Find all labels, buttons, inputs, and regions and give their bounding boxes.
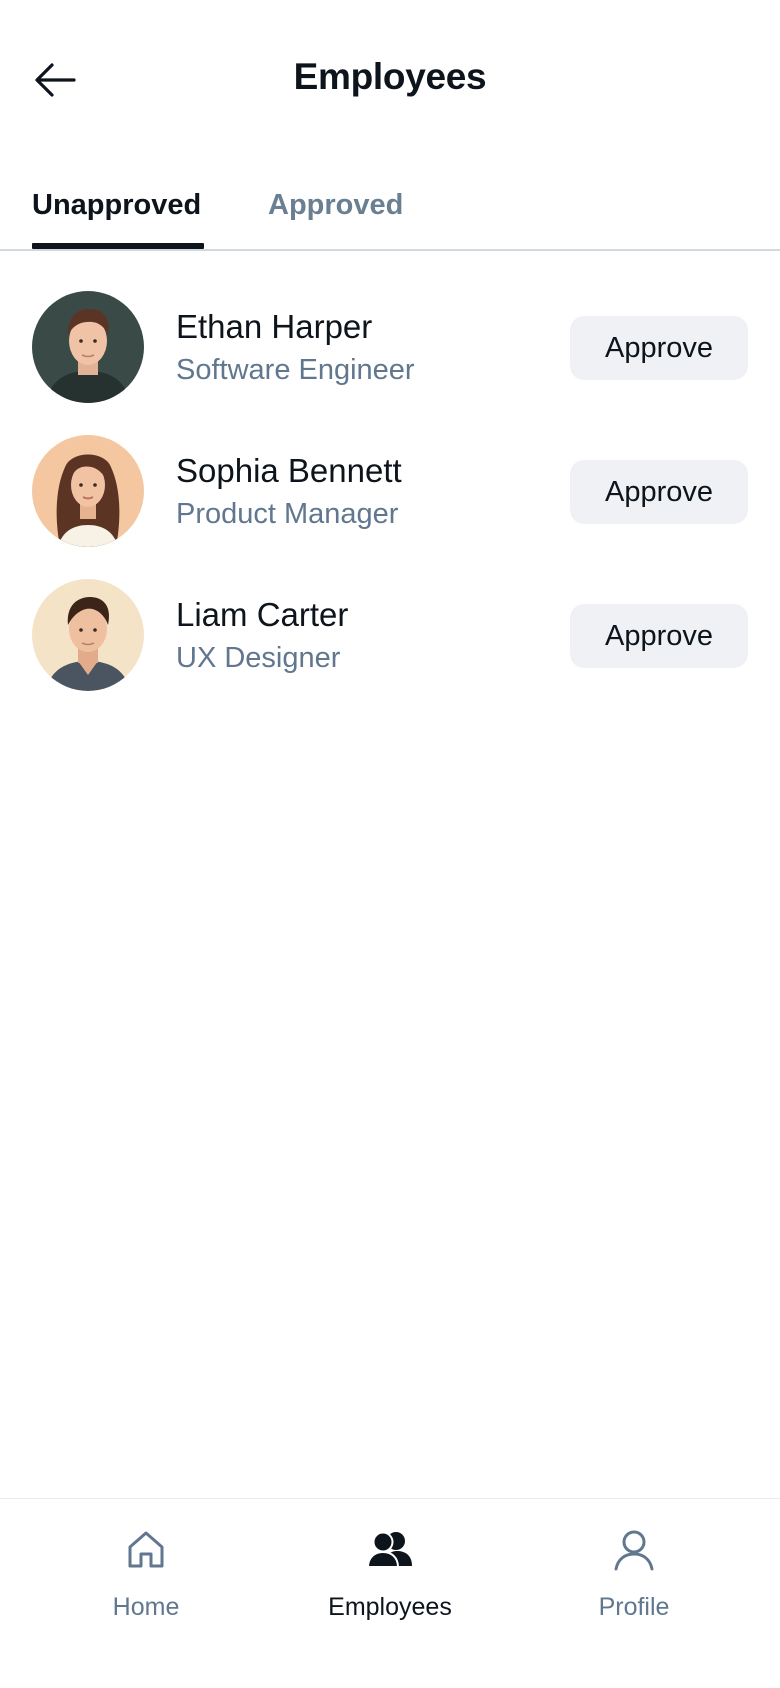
app-screen: Employees Unapproved Approved Ethan Harp… [0, 0, 780, 1688]
nav-item-profile[interactable]: Profile [534, 1499, 734, 1649]
employee-role: Product Manager [176, 498, 399, 530]
tab-approved[interactable]: Approved [268, 160, 403, 251]
employee-role: Software Engineer [176, 354, 415, 386]
top-bar: Employees [0, 0, 780, 160]
employee-name: Sophia Bennett [176, 452, 402, 489]
page-title: Employees [293, 56, 487, 97]
avatar [32, 435, 144, 547]
list-item: Liam Carter UX Designer Approve [0, 576, 780, 720]
approve-button[interactable]: Approve [570, 316, 748, 380]
employee-name: Ethan Harper [176, 308, 373, 345]
nav-item-employees[interactable]: Employees [290, 1499, 490, 1649]
avatar [32, 579, 144, 691]
tab-unapproved[interactable]: Unapproved [32, 160, 204, 251]
tab-bar: Unapproved Approved [0, 160, 780, 251]
nav-label-profile: Profile [598, 1593, 670, 1621]
approve-button[interactable]: Approve [570, 604, 748, 668]
employee-role: UX Designer [176, 642, 341, 674]
people-icon [366, 1531, 412, 1568]
avatar [32, 291, 144, 403]
employee-list: Ethan Harper Software Engineer Approve S [0, 288, 780, 720]
list-item: Sophia Bennett Product Manager Approve [0, 432, 780, 576]
nav-item-home[interactable]: Home [46, 1499, 246, 1649]
home-icon [128, 1531, 164, 1568]
person-icon [614, 1530, 654, 1571]
nav-label-home: Home [112, 1593, 180, 1621]
active-tab-indicator [32, 243, 204, 249]
list-item: Ethan Harper Software Engineer Approve [0, 288, 780, 432]
bottom-navigation: Home Employees Profile [0, 1498, 780, 1688]
nav-label-employees: Employees [328, 1593, 452, 1621]
approve-button[interactable]: Approve [570, 460, 748, 524]
employee-name: Liam Carter [176, 596, 349, 633]
